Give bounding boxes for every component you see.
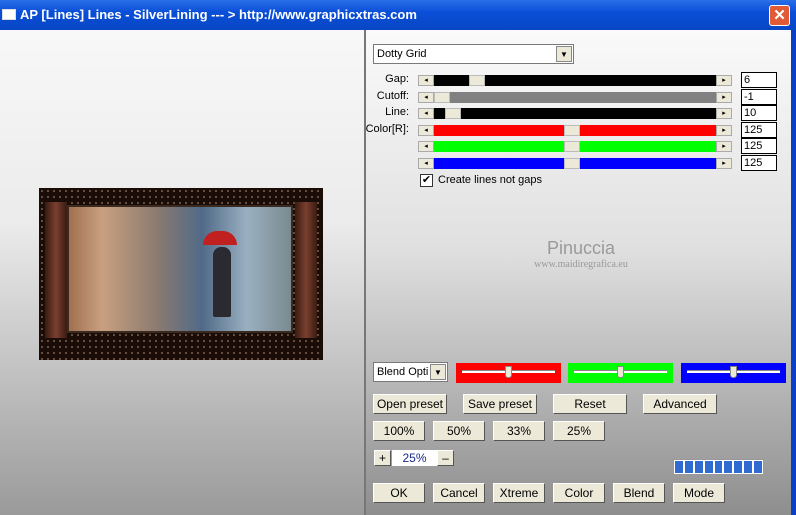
slider-thumb[interactable] — [564, 157, 581, 169]
arrow-right-icon[interactable]: ▸ — [716, 108, 732, 119]
arrow-right-icon[interactable]: ▸ — [716, 157, 732, 169]
create-lines-label: Create lines not gaps — [438, 174, 542, 186]
slider-track[interactable] — [434, 91, 716, 103]
blend-slider-thumb[interactable] — [505, 366, 512, 378]
blend-slider[interactable] — [568, 363, 673, 383]
progress-segment — [694, 461, 703, 473]
arrow-left-icon[interactable]: ◂ — [418, 141, 434, 152]
save-preset-button[interactable]: Save preset — [463, 394, 537, 414]
arrow-left-icon[interactable]: ◂ — [418, 124, 434, 136]
zoom-out-button[interactable]: – — [437, 450, 454, 466]
blend-button[interactable]: Blend — [613, 483, 665, 503]
progress-segment — [744, 461, 753, 473]
progress-segment — [734, 461, 743, 473]
slider-track[interactable] — [434, 124, 716, 136]
progress-segment — [724, 461, 733, 473]
blend-slider[interactable] — [681, 363, 786, 383]
slider-thumb[interactable] — [564, 141, 581, 152]
ok-button[interactable]: OK — [373, 483, 425, 503]
slider-value-field[interactable]: 125 — [741, 138, 777, 154]
slider-thumb[interactable] — [434, 91, 450, 103]
preview-photo — [67, 205, 293, 333]
preview-pillar-right — [295, 202, 317, 338]
arrow-right-icon[interactable]: ▸ — [716, 124, 732, 136]
chevron-down-icon[interactable]: ▼ — [430, 364, 446, 380]
arrow-right-icon[interactable]: ▸ — [716, 91, 732, 103]
progress-segment — [684, 461, 693, 473]
arrow-left-icon[interactable]: ◂ — [418, 157, 434, 169]
umbrella-shape — [203, 231, 237, 245]
advanced-button[interactable]: Advanced — [643, 394, 717, 414]
mode-button[interactable]: Mode — [673, 483, 725, 503]
couple-figure — [213, 247, 231, 317]
slider-track[interactable] — [434, 75, 716, 86]
preset-select-value: Dotty Grid — [377, 48, 427, 60]
slider-thumb[interactable] — [468, 75, 485, 86]
zoom-100-button[interactable]: 100% — [373, 421, 425, 441]
zoom-in-button[interactable]: + — [374, 450, 391, 466]
preset-select[interactable]: Dotty Grid ▼ — [373, 44, 574, 64]
blend-slider-thumb[interactable] — [730, 366, 737, 378]
watermark-name: Pinuccia — [546, 238, 616, 258]
slider-label: Cutoff: — [376, 89, 409, 102]
app-icon — [2, 9, 16, 20]
arrow-left-icon[interactable]: ◂ — [418, 91, 434, 103]
arrow-right-icon[interactable]: ▸ — [716, 75, 732, 86]
progress-segment — [754, 461, 763, 473]
zoom-50-button[interactable]: 50% — [433, 421, 485, 441]
progress-segment — [704, 461, 713, 473]
chevron-down-icon[interactable]: ▼ — [556, 46, 572, 62]
blend-options-select[interactable]: Blend Opti ▼ — [373, 362, 448, 382]
zoom-33-button[interactable]: 33% — [493, 421, 545, 441]
slider-label: Line: — [385, 106, 409, 118]
blend-slider-thumb[interactable] — [617, 366, 624, 378]
slider-value-field[interactable]: 125 — [741, 121, 777, 138]
arrow-left-icon[interactable]: ◂ — [418, 75, 434, 86]
slider-track[interactable] — [434, 157, 716, 169]
preview-pane — [0, 30, 364, 515]
title-bar: AP [Lines] Lines - SilverLining --- > ht… — [0, 0, 796, 30]
controls-pane: Dotty Grid ▼ ✔ Create lines not gaps Pin… — [366, 30, 791, 515]
slider-value-field[interactable]: 125 — [741, 154, 777, 171]
window-title: AP [Lines] Lines - SilverLining --- > ht… — [20, 7, 417, 22]
reset-button[interactable]: Reset — [553, 394, 627, 414]
window-border — [791, 30, 796, 515]
color-button[interactable]: Color — [553, 483, 605, 503]
slider-value-field[interactable]: 6 — [741, 72, 777, 88]
cancel-button[interactable]: Cancel — [433, 483, 485, 503]
progress-bar — [673, 459, 764, 475]
close-button[interactable]: ✕ — [769, 5, 790, 26]
arrow-right-icon[interactable]: ▸ — [716, 141, 732, 152]
progress-segment — [714, 461, 723, 473]
xtreme-button[interactable]: Xtreme — [493, 483, 545, 503]
slider-track[interactable] — [434, 108, 716, 119]
slider-value-field[interactable]: -1 — [741, 88, 777, 105]
open-preset-button[interactable]: Open preset — [373, 394, 447, 414]
slider-track[interactable] — [434, 141, 716, 152]
slider-value-field[interactable]: 10 — [741, 105, 777, 121]
slider-label: Gap: — [385, 73, 409, 85]
preview-pillar-left — [45, 202, 67, 338]
arrow-left-icon[interactable]: ◂ — [418, 108, 434, 119]
zoom-25-button[interactable]: 25% — [553, 421, 605, 441]
progress-segment — [675, 461, 683, 473]
slider-label: Color[R]: — [365, 122, 409, 135]
zoom-value[interactable]: 25% — [392, 450, 437, 466]
create-lines-checkbox[interactable]: ✔ — [420, 174, 433, 187]
watermark: Pinuccia www.maidiregrafica.eu — [486, 238, 676, 270]
slider-thumb[interactable] — [564, 124, 581, 136]
slider-thumb[interactable] — [444, 108, 461, 119]
preview-image — [39, 188, 323, 360]
blend-slider[interactable] — [456, 363, 561, 383]
watermark-url: www.maidiregrafica.eu — [534, 259, 628, 270]
blend-select-value: Blend Opti — [377, 366, 429, 378]
